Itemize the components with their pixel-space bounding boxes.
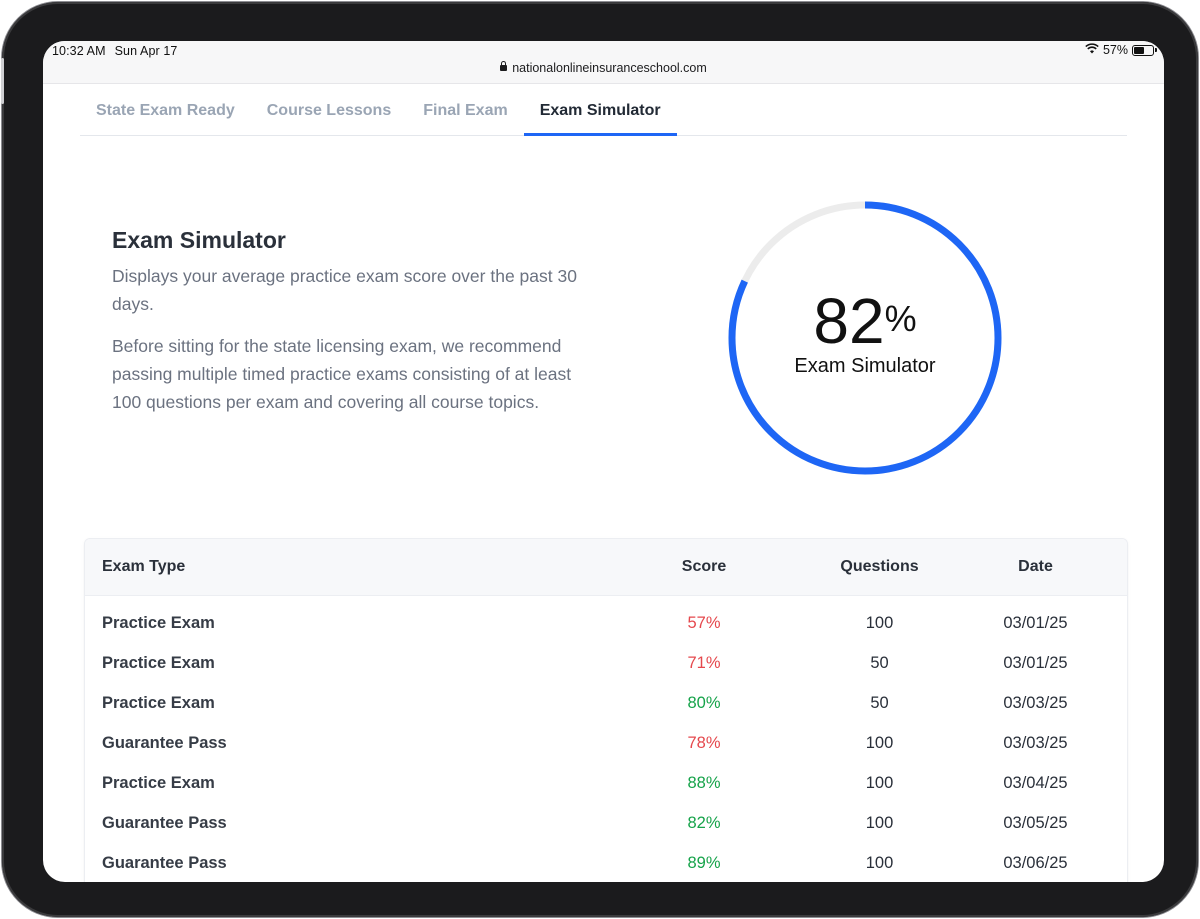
date-cell: 03/04/25 [1003,773,1068,792]
questions-cell: 50 [870,653,889,672]
exam-type-cell: Practice Exam [102,773,215,792]
score-cell: 82% [687,813,721,832]
table-row: Practice Exam 71% 50 03/01/25 [85,643,1127,683]
score-cell: 57% [687,613,721,632]
average-score-number: 82 [813,285,885,357]
questions-cell: 100 [865,813,894,832]
table-header-row: Exam Type Score Questions Date [85,539,1127,595]
ring-label: Exam Simulator [794,355,936,377]
table-row: Practice Exam 57% 100 03/01/25 [85,603,1127,643]
battery-icon [1132,44,1157,56]
tab-state-exam-ready[interactable]: State Exam Ready [80,95,251,135]
score-cell: 89% [687,853,721,872]
exam-type-cell: Guarantee Pass [102,813,227,832]
battery-fill [1134,46,1145,54]
clock: 10:32 AM [52,44,106,58]
header-score: Score [681,557,727,575]
table-row: Practice Exam 80% 50 03/03/25 [85,683,1127,723]
address-bar[interactable]: nationalonlineinsuranceschool.com [43,61,1164,75]
table-row: Guarantee Pass 89% 100 03/06/25 [85,843,1127,882]
tab-final-exam[interactable]: Final Exam [407,95,523,135]
section-recommendation: Before sitting for the state licensing e… [112,336,572,412]
score-cell: 88% [687,773,721,792]
exam-history-card: Exam Type Score Questions Date Practice … [84,538,1128,882]
score-cell: 78% [687,733,721,752]
tablet-frame: 10:32 AM Sun Apr 17 57% nationalonlineins… [1,2,1198,917]
tablet-screen: 10:32 AM Sun Apr 17 57% nationalonlineins… [43,41,1164,882]
table-row: Practice Exam 88% 100 03/04/25 [85,763,1127,803]
score-cell: 71% [687,653,721,672]
questions-cell: 100 [865,733,894,752]
exam-type-cell: Guarantee Pass [102,733,227,752]
date-cell: 03/06/25 [1003,853,1068,872]
questions-cell: 50 [870,693,889,712]
table-row: Guarantee Pass 82% 100 03/05/25 [85,803,1127,843]
questions-cell: 100 [865,613,894,632]
battery-percentage: 57% [1102,43,1128,57]
questions-cell: 100 [865,853,894,872]
section-description: Displays your average practice exam scor… [112,266,577,314]
status-date: Sun Apr 17 [114,44,178,58]
lock-icon [500,61,508,71]
info-section: Exam Simulator Displays your average pra… [112,227,582,430]
status-bar: 10:32 AM Sun Apr 17 57% nationalonlineins… [43,41,1164,84]
ring-center: 82% Exam Simulator [727,288,1003,378]
section-title: Exam Simulator [112,227,286,253]
exam-type-cell: Practice Exam [102,653,215,672]
score-cell: 80% [687,693,721,712]
date-cell: 03/01/25 [1003,613,1068,632]
header-date: Date [1018,557,1053,575]
exam-type-cell: Practice Exam [102,613,215,632]
tab-course-lessons[interactable]: Course Lessons [251,95,407,135]
header-exam-type: Exam Type [102,557,186,575]
date-cell: 03/03/25 [1003,693,1068,712]
date-cell: 03/05/25 [1003,813,1068,832]
date-cell: 03/01/25 [1003,653,1068,672]
table-row: Guarantee Pass 78% 100 03/03/25 [85,723,1127,763]
exam-type-cell: Practice Exam [102,693,215,712]
exam-type-cell: Guarantee Pass [102,853,227,872]
wifi-icon [1085,43,1099,57]
volume-button [1,58,4,104]
spacer-row [85,595,1127,603]
table-body: Practice Exam 57% 100 03/01/25 Practice Exam… [85,595,1127,882]
status-time: 10:32 AM Sun Apr 17 [52,44,177,58]
average-score: 82% [727,288,1003,354]
exam-history-table: Exam Type Score Questions Date Practice … [85,539,1127,882]
tab-exam-simulator[interactable]: Exam Simulator [523,95,677,136]
date-cell: 03/03/25 [1003,733,1068,752]
header-questions: Questions [840,557,919,575]
score-ring: 82% Exam Simulator [727,200,1003,476]
percent-sign: % [884,298,917,339]
questions-cell: 100 [865,773,894,792]
url-text: nationalonlineinsuranceschool.com [512,61,707,75]
tab-bar: State Exam Ready Course Lessons Final Ex… [80,95,1127,136]
status-indicators: 57% [1085,43,1157,57]
